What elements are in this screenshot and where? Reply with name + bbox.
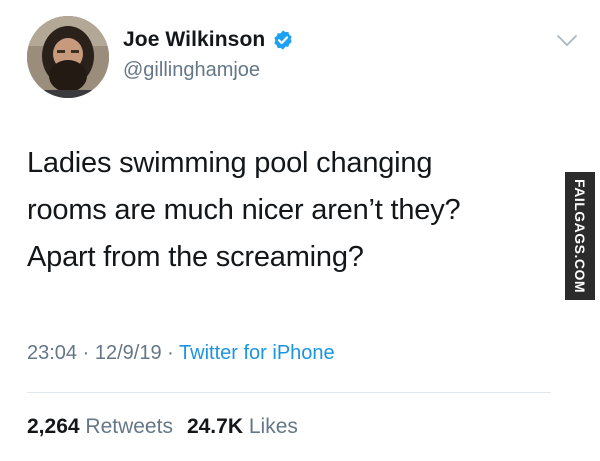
likes-stat[interactable]: 24.7K Likes [187, 415, 298, 438]
watermark-text: FAILGAGS.COM [572, 178, 588, 294]
tweet-text-line: rooms are much nicer aren’t they? [27, 194, 461, 226]
user-handle[interactable]: @gillinghamjoe [123, 59, 260, 82]
user-name-row[interactable]: Joe Wilkinson [123, 28, 294, 52]
likes-label: Likes [248, 415, 298, 438]
tweet-date[interactable]: 12/9/19 [95, 342, 162, 364]
avatar-image [27, 16, 109, 98]
tweet-text-line: Apart from the screaming? [27, 241, 364, 273]
tweet-text: Ladies swimming pool changing rooms are … [27, 140, 557, 281]
retweets-count: 2,264 [27, 415, 80, 438]
divider [27, 392, 551, 393]
meta-separator: · [167, 342, 174, 364]
tweet-text-line: Ladies swimming pool changing [27, 147, 433, 179]
retweets-stat[interactable]: 2,264 Retweets [27, 415, 173, 438]
tweet-card: Joe Wilkinson @gillinghamjoe Ladies swim… [0, 0, 600, 461]
verified-badge-icon [274, 30, 292, 50]
meta-separator: · [82, 342, 90, 364]
retweets-label: Retweets [85, 415, 173, 438]
tweet-meta: 23:04 · 12/9/19 · Twitter for iPhone [27, 342, 335, 365]
tweet-stats: 2,264 Retweets 24.7K Likes [27, 415, 298, 439]
tweet-source-link[interactable]: Twitter for iPhone [179, 342, 335, 364]
likes-count: 24.7K [186, 415, 243, 438]
watermark: FAILGAGS.COM [565, 172, 595, 300]
tweet-time[interactable]: 23:04 [27, 342, 77, 364]
chevron-down-icon[interactable] [556, 34, 578, 48]
avatar[interactable] [27, 16, 109, 98]
display-name[interactable]: Joe Wilkinson [123, 28, 265, 52]
